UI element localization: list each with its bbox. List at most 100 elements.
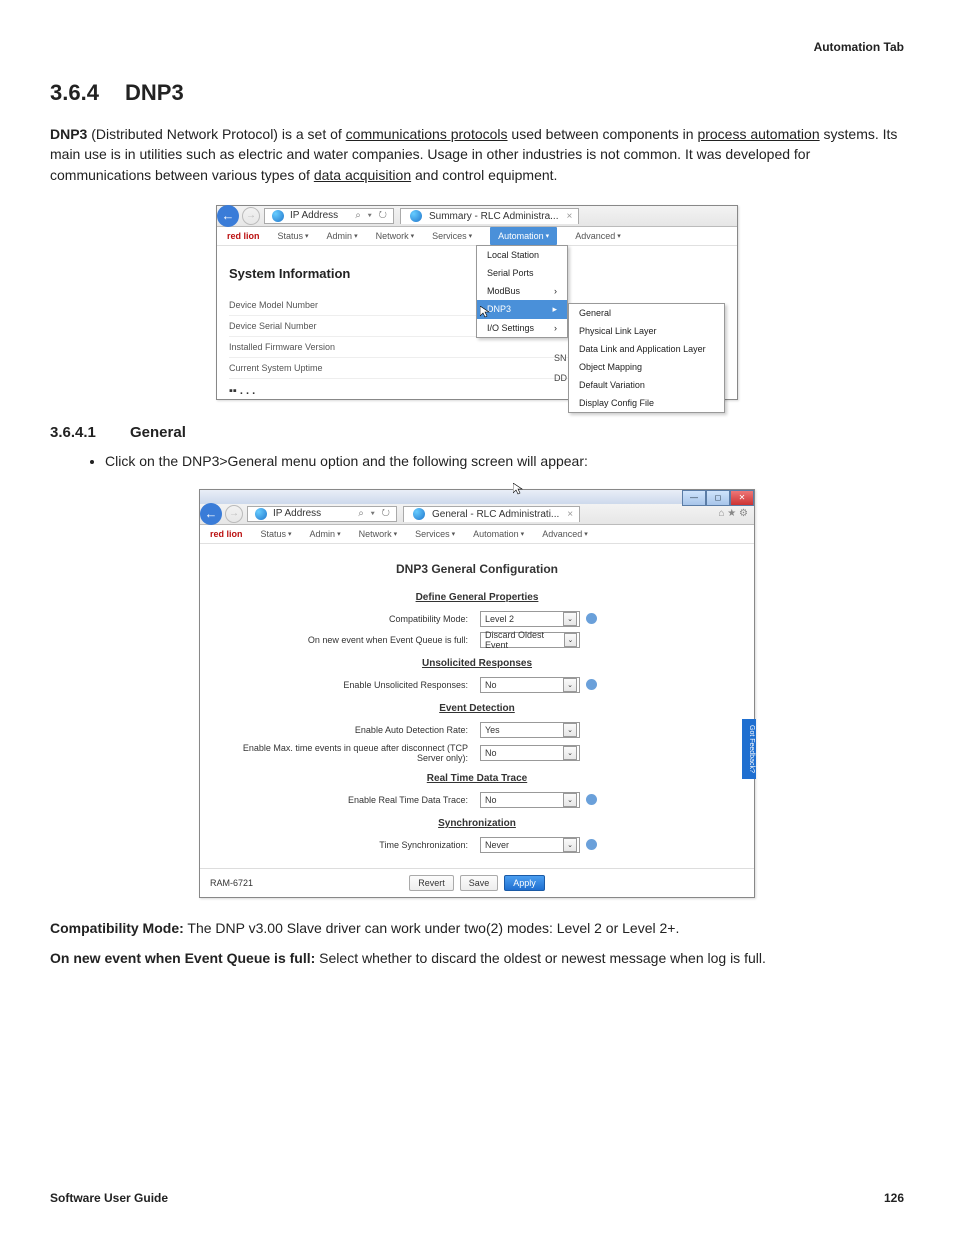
brand-logo: red lion — [210, 529, 243, 539]
menu-network[interactable]: Network▾ — [376, 231, 415, 241]
dd-dnp3[interactable]: DNP3▸ — [477, 300, 567, 319]
dd-datalink-app[interactable]: Data Link and Application Layer — [569, 340, 724, 358]
help-icon[interactable] — [586, 839, 597, 850]
chevron-down-icon: ⌄ — [564, 633, 577, 647]
dd-object-mapping[interactable]: Object Mapping — [569, 358, 724, 376]
section-title: DNP3 — [125, 80, 184, 105]
intro-paragraph: DNP3 (Distributed Network Protocol) is a… — [50, 124, 904, 185]
ie-icon — [255, 508, 267, 520]
revert-button[interactable]: Revert — [409, 875, 454, 891]
sysinfo-heading: System Information — [229, 266, 717, 281]
label-queue-full: On new event when Event Queue is full: — [218, 635, 474, 645]
chevron-down-icon: ⌄ — [563, 678, 577, 692]
select-max-time-events[interactable]: No⌄ — [480, 745, 580, 761]
subsection-heading: 3.6.4.1General — [50, 424, 904, 441]
select-queue-full[interactable]: Discard Oldest Event⌄ — [480, 632, 580, 648]
menu-services[interactable]: Services▾ — [432, 231, 472, 241]
close-button[interactable]: ✕ — [730, 490, 754, 506]
select-rt-trace[interactable]: No⌄ — [480, 792, 580, 808]
save-button[interactable]: Save — [460, 875, 499, 891]
section-event-detection: Event Detection — [218, 703, 736, 714]
link-data-acquisition[interactable]: data acquisition — [314, 167, 411, 183]
dd-serial-ports[interactable]: Serial Ports — [477, 264, 567, 282]
dd-default-variation[interactable]: Default Variation — [569, 376, 724, 394]
brand-logo: red lion — [227, 231, 260, 241]
dd-general[interactable]: General — [569, 304, 724, 322]
dd-io-settings[interactable]: I/O Settings› — [477, 319, 567, 337]
app-menubar: red lion Status▾ Admin▾ Network▾ Service… — [200, 525, 754, 544]
close-icon[interactable]: × — [567, 509, 573, 520]
help-icon[interactable] — [586, 679, 597, 690]
select-auto-detect[interactable]: Yes⌄ — [480, 722, 580, 738]
address-bar[interactable]: IP Address⌕ ▾ ↻ — [247, 506, 397, 522]
automation-dropdown: Local Station Serial Ports ModBus› DNP3▸… — [476, 245, 568, 338]
menu-status[interactable]: Status▾ — [278, 231, 309, 241]
subsection-number: 3.6.4.1 — [50, 424, 130, 441]
screenshot-general-config: —◻✕ ← → IP Address⌕ ▾ ↻ General - RLC Ad… — [199, 489, 755, 898]
label-compat-mode: Compatibility Mode: — [218, 614, 474, 624]
select-unsolicited[interactable]: No⌄ — [480, 677, 580, 693]
chevron-down-icon: ⌄ — [563, 612, 577, 626]
ie-icon — [410, 210, 422, 222]
select-time-sync[interactable]: Never⌄ — [480, 837, 580, 853]
forward-button[interactable]: → — [242, 207, 260, 225]
ie-icon — [272, 210, 284, 222]
label-max-time-events: Enable Max. time events in queue after d… — [218, 743, 474, 763]
cursor-icon — [480, 306, 490, 318]
menu-services[interactable]: Services▾ — [415, 529, 455, 539]
back-button[interactable]: ← — [217, 205, 239, 227]
section-unsolicited: Unsolicited Responses — [218, 658, 736, 669]
subsection-title: General — [130, 424, 186, 441]
ie-icon — [413, 508, 425, 520]
badge-dd: DD — [554, 373, 567, 383]
menu-network[interactable]: Network▾ — [359, 529, 398, 539]
badge-sn: SN — [554, 353, 567, 363]
menu-status[interactable]: Status▾ — [261, 529, 292, 539]
menu-automation[interactable]: Automation▾ — [473, 529, 524, 539]
browser-tab[interactable]: General - RLC Administrati...× — [403, 506, 580, 522]
link-comm-protocols[interactable]: communications protocols — [346, 126, 508, 142]
menu-admin[interactable]: Admin▾ — [310, 529, 341, 539]
back-button[interactable]: ← — [200, 503, 222, 525]
menu-admin[interactable]: Admin▾ — [327, 231, 358, 241]
menu-advanced[interactable]: Advanced▾ — [542, 529, 588, 539]
dd-display-config[interactable]: Display Config File — [569, 394, 724, 412]
section-rt-trace: Real Time Data Trace — [218, 773, 736, 784]
feedback-tab[interactable]: Got Feedback? — [742, 719, 756, 779]
footer-left: Software User Guide — [50, 1191, 168, 1205]
page-number: 126 — [884, 1191, 904, 1205]
model-label: RAM-6721 — [210, 878, 403, 888]
help-icon[interactable] — [586, 613, 597, 624]
dd-local-station[interactable]: Local Station — [477, 246, 567, 264]
desc-compat-mode: Compatibility Mode: The DNP v3.00 Slave … — [50, 920, 904, 936]
apply-button[interactable]: Apply — [504, 875, 545, 891]
app-menubar: red lion Status▾ Admin▾ Network▾ Service… — [217, 227, 737, 246]
page-tab-label: Automation Tab — [814, 40, 904, 54]
instruction-bullet: Click on the DNP3>General menu option an… — [105, 453, 904, 469]
menu-automation[interactable]: Automation▾ — [490, 227, 557, 245]
dd-modbus[interactable]: ModBus› — [477, 282, 567, 300]
label-unsolicited: Enable Unsolicited Responses: — [218, 680, 474, 690]
minimize-button[interactable]: — — [682, 490, 706, 506]
titlebar-right-icons: ⌂ ★ ⚙ — [718, 508, 754, 519]
section-number: 3.6.4 — [50, 80, 125, 106]
menu-advanced[interactable]: Advanced▾ — [575, 231, 621, 241]
maximize-button[interactable]: ◻ — [706, 490, 730, 506]
forward-button[interactable]: → — [225, 505, 243, 523]
cursor-icon — [513, 483, 523, 495]
dnp3-submenu: General Physical Link Layer Data Link an… — [568, 303, 725, 413]
link-process-automation[interactable]: process automation — [697, 126, 819, 142]
chevron-down-icon: ⌄ — [563, 723, 577, 737]
dd-physical-link[interactable]: Physical Link Layer — [569, 322, 724, 340]
close-icon[interactable]: × — [566, 211, 572, 222]
select-compat-mode[interactable]: Level 2⌄ — [480, 611, 580, 627]
help-icon[interactable] — [586, 794, 597, 805]
section-heading: 3.6.4DNP3 — [50, 80, 904, 106]
label-rt-trace: Enable Real Time Data Trace: — [218, 795, 474, 805]
section-general-props: Define General Properties — [218, 592, 736, 603]
desc-queue-full: On new event when Event Queue is full: S… — [50, 950, 904, 966]
chevron-down-icon: ⌄ — [563, 746, 577, 760]
browser-tab[interactable]: Summary - RLC Administra...× — [400, 208, 579, 224]
address-bar[interactable]: IP Address⌕ ▾ ↻ — [264, 208, 394, 224]
label-auto-detect: Enable Auto Detection Rate: — [218, 725, 474, 735]
